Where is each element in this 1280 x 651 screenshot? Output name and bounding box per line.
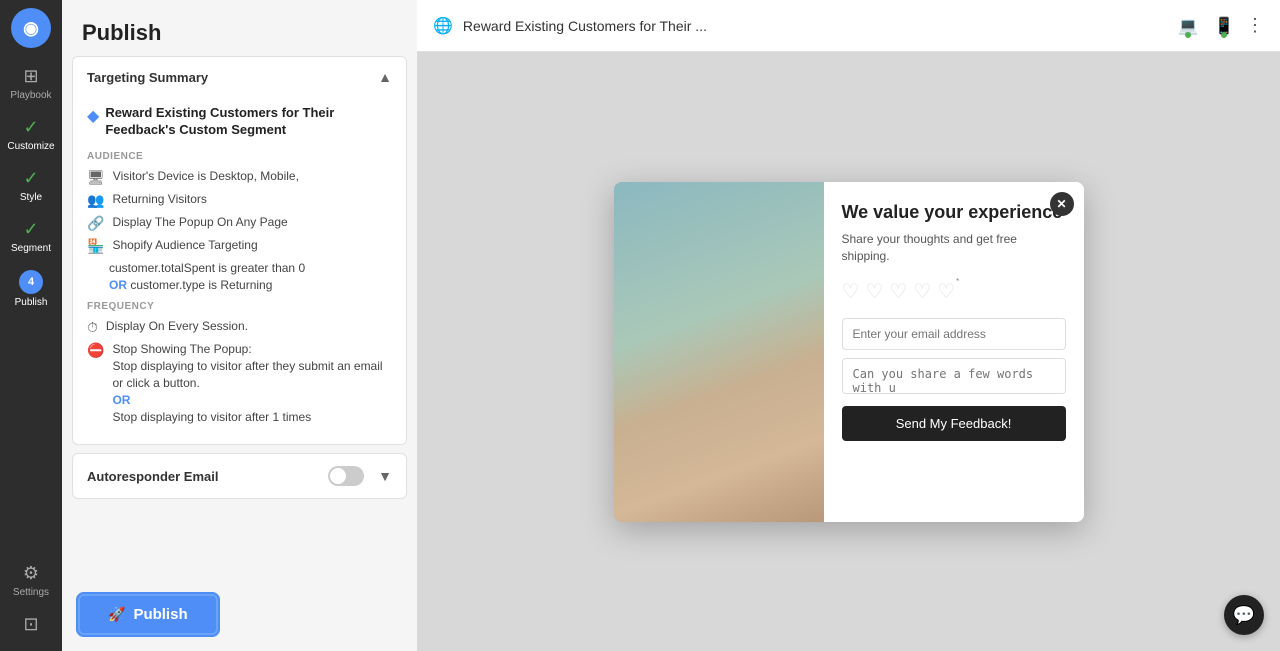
mobile-device-button[interactable]: 📱 (1210, 12, 1238, 40)
frequency-label: FREQUENCY (87, 301, 392, 312)
popup-image-side (614, 182, 824, 522)
preview-background: We value your experience Share your thou… (417, 52, 1280, 651)
targeting-summary-section: Targeting Summary ▲ ◆ Reward Existing Cu… (72, 56, 407, 445)
desktop-active-dot (1185, 32, 1191, 38)
or-text-2: OR (112, 393, 130, 407)
globe-icon: 🌐 (433, 16, 453, 36)
heart-5-icon[interactable]: ♡* (937, 279, 955, 304)
shopify-icon: 🏪 (87, 238, 104, 255)
chat-icon: 💬 (1233, 605, 1255, 626)
campaign-name: Reward Existing Customers for Their Feed… (105, 105, 392, 139)
returning-text: Returning Visitors (112, 191, 207, 208)
popup-title: We value your experience (842, 202, 1066, 224)
publish-badge: 4 (19, 270, 43, 294)
heart-4-icon[interactable]: ♡ (913, 279, 931, 304)
customize-icon: ✓ (23, 117, 38, 138)
popup-feedback-textarea[interactable] (842, 358, 1066, 394)
returning-icon: 👥 (87, 192, 104, 209)
sidebar-item-style[interactable]: ✓ Style (0, 160, 62, 211)
more-options-button[interactable]: ⋮ (1246, 15, 1264, 36)
publish-rocket-icon: 🚀 (108, 606, 125, 623)
extensions-icon: ⊡ (23, 614, 38, 635)
popup-submit-button[interactable]: Send My Feedback! (842, 406, 1066, 441)
top-bar: 🌐 Reward Existing Customers for Their ..… (417, 0, 1280, 52)
autoresponder-controls: ▼ (328, 466, 392, 486)
stop-text: Stop Showing The Popup: Stop displaying … (112, 341, 392, 425)
audience-page-item: 🔗 Display The Popup On Any Page (87, 214, 392, 232)
popup-close-button[interactable]: ✕ (1050, 192, 1074, 216)
audience-label: AUDIENCE (87, 151, 392, 162)
autoresponder-chevron-icon: ▼ (378, 468, 392, 484)
sidebar-nav: ◉ ⊞ Playbook ✓ Customize ✓ Style ✓ Segme… (0, 0, 62, 651)
heart-2-icon[interactable]: ♡ (865, 279, 883, 304)
publish-panel: Publish Targeting Summary ▲ ◆ Reward Exi… (62, 0, 417, 651)
sidebar-item-settings[interactable]: ⚙ Settings (13, 555, 49, 606)
audience-condition-item: customer.totalSpent is greater than 0 OR… (87, 260, 392, 294)
audience-device-item: 🖥 Visitor's Device is Desktop, Mobile, (87, 168, 392, 186)
playbook-icon: ⊞ (23, 66, 38, 87)
mobile-active-dot (1221, 32, 1227, 38)
sidebar-item-extensions[interactable]: ⊡ (13, 606, 49, 643)
frequency-session-item: ⏱ Display On Every Session. (87, 318, 392, 336)
topbar-actions: 💻 📱 ⋮ (1174, 12, 1264, 40)
targeting-body: ◆ Reward Existing Customers for Their Fe… (73, 97, 406, 444)
settings-icon: ⚙ (23, 563, 39, 584)
app-logo[interactable]: ◉ (11, 8, 51, 48)
publish-button[interactable]: 🚀 Publish (78, 594, 218, 635)
segment-icon: ✓ (23, 219, 38, 240)
popup-hearts: ♡ ♡ ♡ ♡ ♡* (842, 279, 1066, 304)
topbar-title: Reward Existing Customers for Their ... (463, 18, 1174, 34)
autoresponder-toggle[interactable] (328, 466, 364, 486)
targeting-summary-header[interactable]: Targeting Summary ▲ (73, 57, 406, 97)
audience-returning-item: 👥 Returning Visitors (87, 191, 392, 209)
sidebar-item-publish[interactable]: 4 Publish (0, 262, 62, 316)
frequency-stop-item: ⛔ Stop Showing The Popup: Stop displayin… (87, 341, 392, 425)
sidebar-item-playbook[interactable]: ⊞ Playbook (0, 58, 62, 109)
main-preview: 🌐 Reward Existing Customers for Their ..… (417, 0, 1280, 651)
desktop-device-button[interactable]: 💻 (1174, 12, 1202, 40)
stop-icon: ⛔ (87, 342, 104, 359)
device-text: Visitor's Device is Desktop, Mobile, (113, 168, 299, 185)
heart-3-icon[interactable]: ♡ (889, 279, 907, 304)
popup-face-image (614, 182, 824, 522)
autoresponder-header[interactable]: Autoresponder Email ▼ (73, 454, 406, 498)
publish-button-area: 🚀 Publish (78, 594, 218, 635)
heart-1-icon[interactable]: ♡ (842, 279, 860, 304)
page-text: Display The Popup On Any Page (112, 214, 287, 231)
audience-shopify-item: 🏪 Shopify Audience Targeting (87, 237, 392, 255)
shopify-text: Shopify Audience Targeting (112, 237, 257, 254)
autoresponder-title: Autoresponder Email (87, 469, 218, 484)
session-icon: ⏱ (87, 319, 98, 336)
publish-button-label: Publish (133, 606, 187, 623)
device-icon: 🖥 (87, 169, 105, 186)
autoresponder-section: Autoresponder Email ▼ (72, 453, 407, 499)
campaign-name-row: ◆ Reward Existing Customers for Their Fe… (87, 105, 392, 139)
sidebar-item-segment[interactable]: ✓ Segment (0, 211, 62, 262)
session-text: Display On Every Session. (106, 318, 248, 335)
or-text-1: OR (109, 278, 127, 292)
campaign-bullet-icon: ◆ (87, 106, 99, 126)
targeting-summary-title: Targeting Summary (87, 70, 208, 85)
sidebar-item-customize[interactable]: ✓ Customize (0, 109, 62, 160)
chat-fab-button[interactable]: 💬 (1224, 595, 1264, 635)
popup-content-side: We value your experience Share your thou… (824, 182, 1084, 522)
condition-text: customer.totalSpent is greater than 0 OR… (109, 260, 305, 294)
popup-email-input[interactable] (842, 318, 1066, 350)
publish-panel-title: Publish (62, 0, 417, 56)
targeting-chevron-icon: ▲ (378, 69, 392, 85)
popup-subtitle: Share your thoughts and get free shippin… (842, 231, 1066, 265)
popup-card: We value your experience Share your thou… (614, 182, 1084, 522)
style-icon: ✓ (23, 168, 38, 189)
page-icon: 🔗 (87, 215, 104, 232)
